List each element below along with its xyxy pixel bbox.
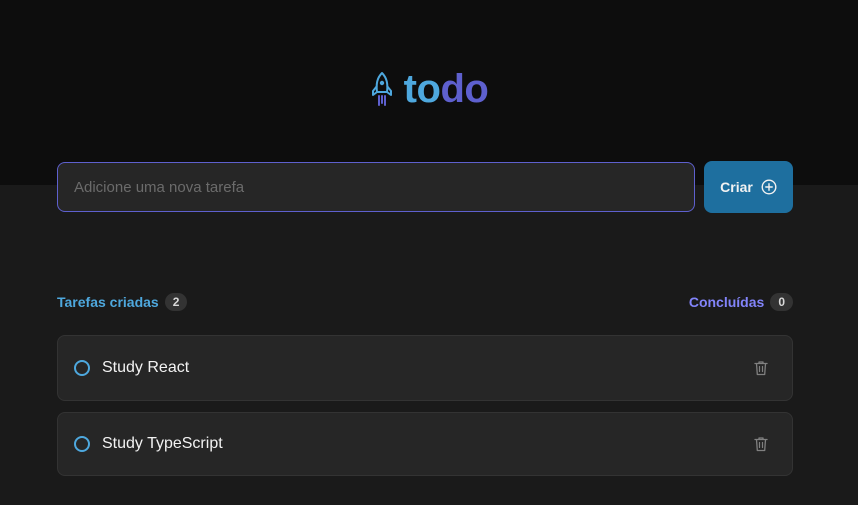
- plus-circle-icon: [761, 179, 777, 195]
- task-checkbox[interactable]: [74, 436, 90, 452]
- done-counter: Concluídas 0: [689, 293, 793, 311]
- create-button-label: Criar: [720, 179, 753, 195]
- app-logo: todo: [0, 66, 858, 112]
- done-label: Concluídas: [688, 294, 765, 310]
- task-checkbox[interactable]: [74, 360, 90, 376]
- new-task-input[interactable]: [57, 162, 695, 212]
- new-task-form: Criar: [57, 161, 793, 213]
- logo-text: todo: [404, 66, 489, 112]
- logo-text-part2: do: [440, 67, 489, 111]
- logo-text-part1: to: [403, 67, 441, 111]
- created-count-badge: 2: [164, 293, 188, 311]
- created-counter: Tarefas criadas 2: [57, 293, 188, 311]
- create-task-button[interactable]: Criar: [704, 161, 793, 213]
- task-list: Study React Study TypeScript: [57, 335, 793, 487]
- trash-icon[interactable]: [754, 436, 768, 452]
- created-label: Tarefas criadas: [57, 294, 159, 310]
- task-text: Study TypeScript: [102, 435, 223, 452]
- task-item: Study React: [57, 335, 793, 401]
- trash-icon[interactable]: [754, 360, 768, 376]
- task-item: Study TypeScript: [57, 412, 793, 476]
- task-counters: Tarefas criadas 2 Concluídas 0: [57, 292, 793, 312]
- rocket-icon: [370, 71, 394, 107]
- task-text: Study React: [102, 359, 190, 376]
- done-count-badge: 0: [770, 293, 793, 311]
